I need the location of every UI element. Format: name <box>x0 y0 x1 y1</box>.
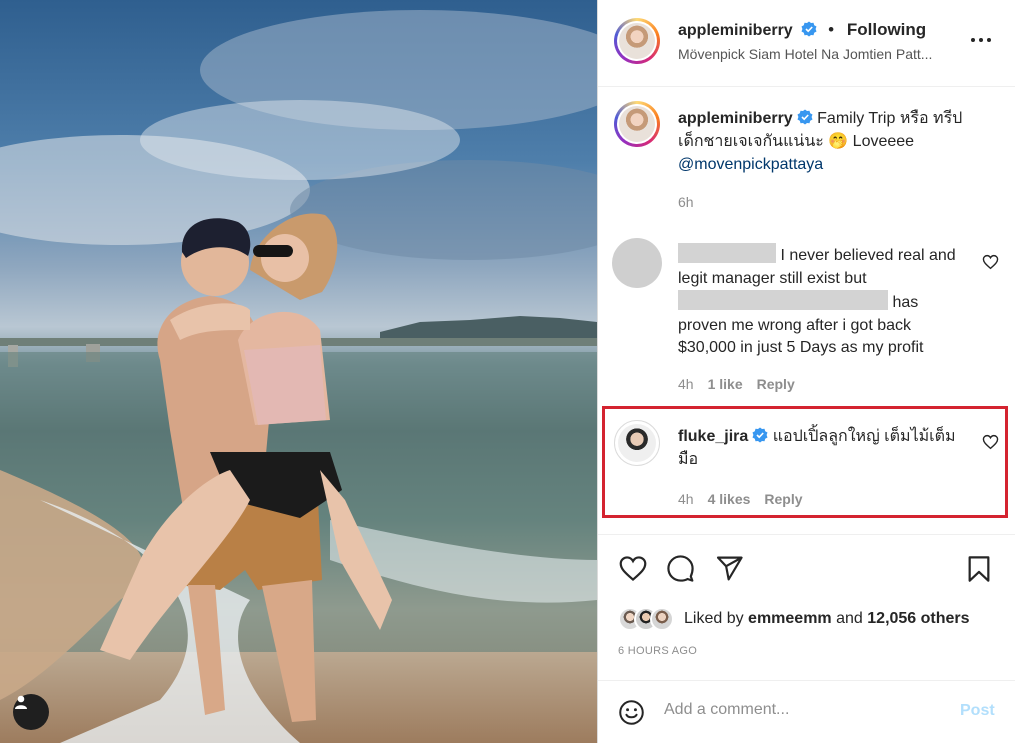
header-user-line: appleminiberry • Following <box>678 20 926 40</box>
comment-like-count[interactable]: 1 like <box>708 376 743 392</box>
liked-by-and: and <box>836 610 863 627</box>
redacted-mention <box>678 290 888 310</box>
liked-by-row: Liked by emmeemm and 12,056 others <box>618 604 970 634</box>
liker-avatar[interactable] <box>650 607 674 631</box>
actions-divider <box>598 534 1015 535</box>
comment-reply-button[interactable]: Reply <box>757 376 795 392</box>
verified-badge-icon <box>797 109 813 125</box>
post-caption: appleminiberry Family Trip หรือ ทรีปเด็ก… <box>678 107 978 176</box>
save-bookmark-icon[interactable] <box>966 555 992 583</box>
comment-like-count[interactable]: 4 likes <box>708 491 751 507</box>
author-avatar[interactable] <box>614 18 660 64</box>
comment-time[interactable]: 4h <box>678 376 694 392</box>
emoji-smiley-icon[interactable] <box>618 699 645 726</box>
caption-mention-link[interactable]: @movenpickpattaya <box>678 156 823 173</box>
commenter-avatar-redacted[interactable] <box>612 238 662 288</box>
post-header: appleminiberry • Following Mövenpick Sia… <box>598 0 1015 87</box>
caption-time[interactable]: 6h <box>678 194 694 210</box>
add-comment-input[interactable] <box>664 701 934 719</box>
more-options-icon[interactable] <box>970 34 992 46</box>
liked-by-text: Liked by emmeemm and 12,056 others <box>684 610 970 628</box>
commenter-username[interactable]: fluke_jira <box>678 428 748 445</box>
user-icon <box>15 695 27 709</box>
post-timestamp[interactable]: 6 HOURS AGO <box>618 645 697 657</box>
liked-by-user-link[interactable]: emmeemm <box>748 610 832 627</box>
share-send-icon[interactable] <box>715 554 744 583</box>
add-comment-bar: Post <box>598 680 1015 743</box>
post-photo[interactable] <box>0 0 597 743</box>
post-comment-button[interactable]: Post <box>960 702 995 720</box>
like-heart-icon[interactable] <box>618 555 648 582</box>
redacted-username <box>678 243 776 263</box>
comment-meta: 4h 4 likes Reply <box>678 491 803 507</box>
comment-like-heart-icon[interactable] <box>982 434 999 450</box>
comment-bubble-icon[interactable] <box>666 554 695 583</box>
comment-like-heart-icon[interactable] <box>982 254 999 270</box>
comment-item: I never believed real and legit manager … <box>678 243 968 360</box>
header-separator-dot: • <box>828 20 835 39</box>
liked-by-prefix: Liked by <box>684 610 744 627</box>
commenter-avatar[interactable] <box>614 420 660 466</box>
comment-item-highlighted: fluke_jira แอปเปิ้ลลูกใหญ่ เต็มไม้เต็มมื… <box>678 426 968 471</box>
comment-reply-button[interactable]: Reply <box>764 491 802 507</box>
following-button[interactable]: Following <box>847 20 926 39</box>
caption-author-avatar[interactable] <box>614 101 660 147</box>
beach-couple-illustration <box>0 10 597 743</box>
post-location[interactable]: Mövenpick Siam Hotel Na Jomtien Patt... <box>678 46 958 62</box>
tagged-users-button[interactable] <box>13 694 49 730</box>
caption-username[interactable]: appleminiberry <box>678 110 793 127</box>
post-side-panel: appleminiberry • Following Mövenpick Sia… <box>597 0 1015 743</box>
comment-time[interactable]: 4h <box>678 491 694 507</box>
comment-meta: 4h 1 like Reply <box>678 376 795 392</box>
verified-badge-icon <box>752 427 768 443</box>
liked-by-others-link[interactable]: 12,056 others <box>867 610 969 627</box>
verified-badge-icon <box>801 21 817 37</box>
instagram-post-window: appleminiberry • Following Mövenpick Sia… <box>0 0 1015 743</box>
author-username[interactable]: appleminiberry <box>678 22 793 39</box>
